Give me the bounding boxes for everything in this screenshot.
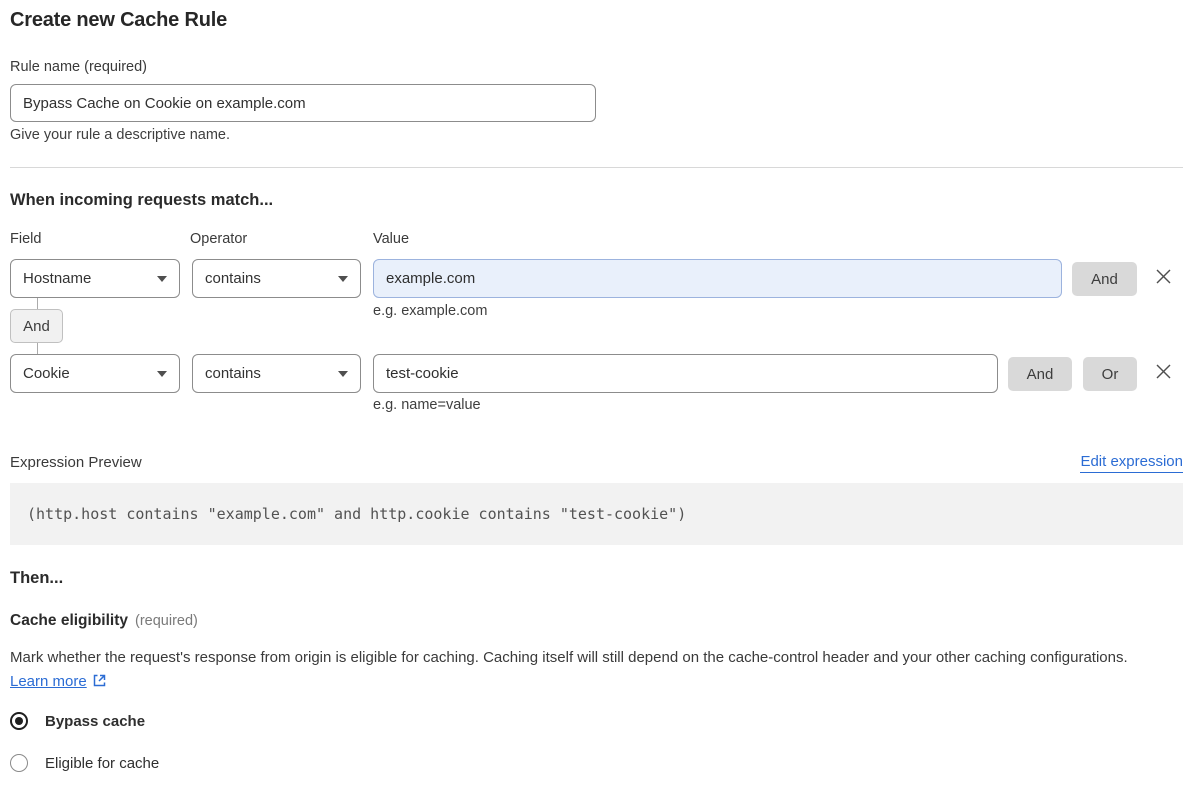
close-icon [1156,364,1171,379]
expression-preview-box: (http.host contains "example.com" and ht… [10,483,1183,545]
caret-down-icon [157,370,167,377]
close-icon [1156,269,1171,284]
field-select-row2[interactable]: Cookie [10,354,180,393]
remove-row1-button[interactable] [1152,265,1175,288]
radio-label: Bypass cache [45,712,146,730]
column-label-operator: Operator [190,231,248,247]
radio-option-bypass-cache[interactable]: Bypass cache [10,712,145,730]
section-divider [10,167,1183,168]
description-text: Mark whether the request's response from… [10,649,1128,666]
create-cache-rule-page: Create new Cache Rule Rule name (require… [0,0,1200,793]
field-select-row2-value: Cookie [23,365,70,382]
remove-row2-button[interactable] [1152,360,1175,383]
operator-select-row2-value: contains [205,365,261,382]
cache-eligibility-title: Cache eligibility [10,612,129,629]
match-section-heading: When incoming requests match... [10,191,274,209]
rule-name-helper: Give your rule a descriptive name. [10,127,231,143]
external-link-icon [92,672,107,696]
caret-down-icon [157,275,167,282]
connector-and-button[interactable]: And [10,309,63,343]
cache-eligibility-heading: Cache eligibility (required) [10,612,198,630]
add-and-button-row2[interactable]: And [1008,357,1072,391]
then-section-heading: Then... [10,569,64,587]
radio-unselected-icon [10,754,28,772]
add-or-button-row2[interactable]: Or [1083,357,1137,391]
expression-preview-value: (http.host contains "example.com" and ht… [27,505,687,523]
column-label-value: Value [373,231,410,247]
caret-down-icon [338,370,348,377]
column-label-field: Field [10,231,42,247]
edit-expression-link[interactable]: Edit expression [1080,453,1183,473]
value-helper-row2: e.g. name=value [373,397,481,413]
operator-select-row1[interactable]: contains [192,259,361,298]
field-select-row1-value: Hostname [23,270,92,287]
radio-selected-icon [10,712,28,730]
required-tag: (required) [135,613,198,629]
add-and-button-row1[interactable]: And [1072,262,1137,296]
value-helper-row1: e.g. example.com [373,303,488,319]
operator-select-row2[interactable]: contains [192,354,361,393]
value-input-row1[interactable] [373,259,1062,298]
radio-option-eligible-for-cache[interactable]: Eligible for cache [10,754,159,772]
value-input-row2[interactable] [373,354,998,393]
caret-down-icon [338,275,348,282]
learn-more-link[interactable]: Learn more [10,673,87,690]
radio-label: Eligible for cache [45,754,160,772]
field-select-row1[interactable]: Hostname [10,259,180,298]
rule-name-input[interactable] [10,84,596,122]
rule-name-label: Rule name (required) [10,59,148,75]
page-title: Create new Cache Rule [10,9,227,31]
cache-eligibility-description: Mark whether the request's response from… [10,646,1158,696]
expression-preview-label: Expression Preview [10,454,142,471]
operator-select-row1-value: contains [205,270,261,287]
